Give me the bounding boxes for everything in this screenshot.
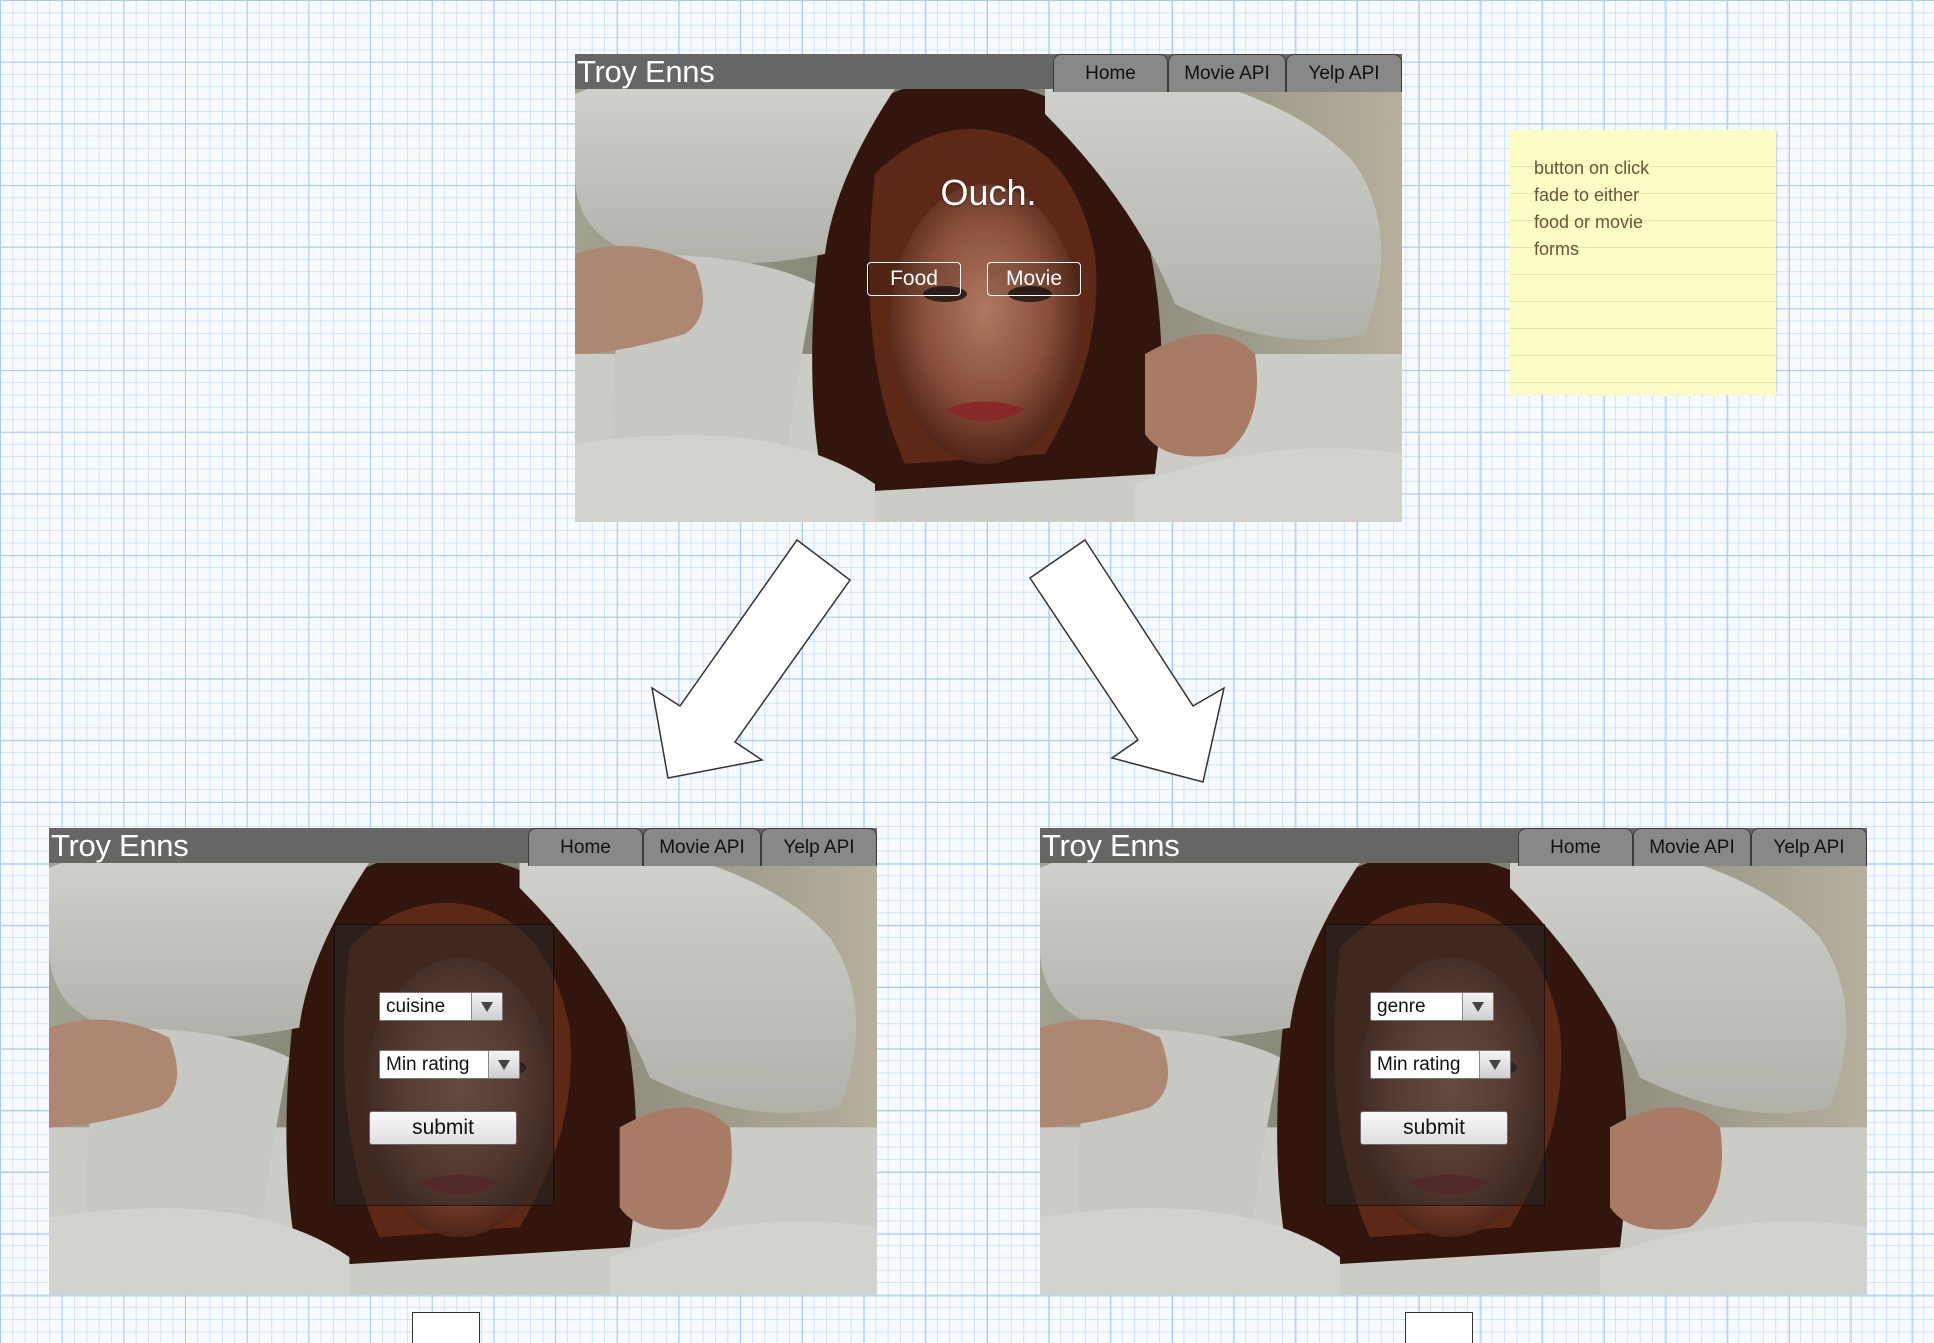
nav-tabs: Home Movie API Yelp API [528,828,877,868]
movie-form-mockup: Troy Enns Home Movie API Yelp API genre … [1040,828,1867,1295]
cuisine-select[interactable]: cuisine [379,992,503,1021]
genre-select-value: genre [1377,996,1426,1017]
min-rating-select-value: Min rating [1377,1054,1461,1075]
sticky-note: button on click fade to either food or m… [1510,130,1776,398]
arrow-to-food-form [650,538,852,779]
movie-form-panel: genre Min rating submit [1325,924,1545,1206]
arrow-to-movie-form [1028,538,1226,783]
tab-home[interactable]: Home [1518,828,1633,866]
note-line: button on click [1534,158,1650,178]
min-rating-select-value: Min rating [386,1054,470,1075]
brand-name: Troy Enns [1042,828,1180,863]
tab-yelp-api[interactable]: Yelp API [761,828,877,866]
submit-button[interactable]: submit [1360,1111,1508,1145]
tab-home[interactable]: Home [528,828,643,866]
min-rating-select[interactable]: Min rating [1370,1050,1511,1079]
movie-button[interactable]: Movie [987,262,1081,296]
chevron-down-icon [471,993,502,1020]
genre-select[interactable]: genre [1370,992,1494,1021]
home-page-mockup: Troy Enns Home Movie API Yelp API Ouch. … [575,54,1402,522]
nav-tabs: Home Movie API Yelp API [1053,54,1402,94]
brand-name: Troy Enns [577,54,715,89]
chevron-down-icon [488,1051,519,1078]
tab-movie-api[interactable]: Movie API [1168,54,1286,92]
tab-yelp-api[interactable]: Yelp API [1286,54,1402,92]
next-step-box [1405,1312,1473,1343]
nav-tabs: Home Movie API Yelp API [1518,828,1867,868]
tab-movie-api[interactable]: Movie API [1633,828,1751,866]
tab-home[interactable]: Home [1053,54,1168,92]
chevron-down-icon [1479,1051,1510,1078]
cuisine-select-value: cuisine [386,996,446,1017]
note-line: forms [1534,239,1579,259]
note-line: food or movie [1534,212,1644,232]
headline: Ouch. [940,172,1037,213]
food-form-mockup: Troy Enns Home Movie API Yelp API cuisin… [49,828,877,1295]
chevron-down-icon [1462,993,1493,1020]
min-rating-select[interactable]: Min rating [379,1050,520,1079]
tab-yelp-api[interactable]: Yelp API [1751,828,1867,866]
brand-name: Troy Enns [51,828,189,863]
submit-button[interactable]: submit [369,1111,517,1145]
note-line: fade to either [1534,185,1640,205]
next-step-box [412,1312,480,1343]
food-form-panel: cuisine Min rating submit [334,924,554,1206]
food-button[interactable]: Food [867,262,961,296]
tab-movie-api[interactable]: Movie API [643,828,761,866]
